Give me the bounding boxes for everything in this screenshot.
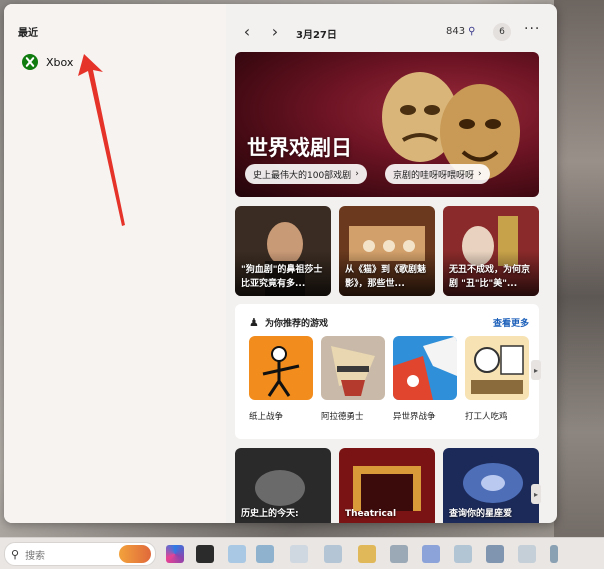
news-headline: 查询你的星座爱 bbox=[449, 509, 513, 519]
hero-chip-2[interactable]: 京剧的哇呀呀喂呀呀 › bbox=[385, 164, 490, 184]
desktop-wallpaper bbox=[554, 0, 604, 540]
chevron-right-icon[interactable]: ▸ bbox=[531, 360, 541, 380]
app-icon[interactable] bbox=[324, 545, 342, 563]
news-card[interactable]: 历史上的今天: bbox=[235, 448, 331, 523]
recent-title: 最近 bbox=[18, 28, 38, 39]
news-card[interactable]: 查询你的星座爱 bbox=[443, 448, 539, 523]
copilot-icon[interactable] bbox=[166, 545, 184, 563]
taskbar-search[interactable]: ⚲ 搜索 bbox=[4, 542, 156, 566]
widgets-panel: 最近 Xbox ‹ › 3月27日 843 ⚲ 6 ··· 世界戏剧日 史上最伟… bbox=[4, 4, 557, 523]
hero-title: 世界戏剧日 bbox=[247, 136, 352, 160]
search-highlight-image bbox=[119, 545, 151, 563]
game-item[interactable]: 异世界战争 bbox=[393, 336, 457, 422]
rewards-points[interactable]: 843 ⚲ bbox=[446, 26, 475, 37]
news-headline: "狗血剧"的鼻祖莎士比亚究竟有多... bbox=[241, 265, 323, 289]
game-item[interactable]: 纸上战争 bbox=[249, 336, 313, 422]
chevron-right-icon[interactable]: ▸ bbox=[531, 484, 541, 504]
games-title: 为你推荐的游戏 bbox=[265, 319, 329, 329]
taskbar: ⚲ 搜索 bbox=[0, 537, 604, 569]
widgets-topbar: ‹ › 3月27日 843 ⚲ 6 ··· bbox=[226, 18, 557, 44]
app-icon[interactable] bbox=[256, 545, 274, 563]
people-icon: ♟ bbox=[249, 316, 259, 329]
annotation-arrow bbox=[78, 54, 125, 226]
game-item[interactable]: 阿拉德勇士 bbox=[321, 336, 385, 422]
app-icon[interactable] bbox=[518, 545, 536, 563]
recent-pane: 最近 Xbox bbox=[4, 4, 226, 523]
news-headline: Theatrical bbox=[345, 509, 397, 519]
chevron-right-icon[interactable]: › bbox=[266, 22, 284, 41]
app-icon[interactable] bbox=[290, 545, 308, 563]
game-thumbnail bbox=[321, 336, 385, 400]
news-card[interactable]: Theatrical bbox=[339, 448, 435, 523]
app-icon[interactable] bbox=[550, 545, 558, 563]
app-icon[interactable] bbox=[390, 545, 408, 563]
app-icon[interactable] bbox=[422, 545, 440, 563]
news-card[interactable]: "狗血剧"的鼻祖莎士比亚究竟有多... bbox=[235, 206, 331, 296]
app-icon[interactable] bbox=[454, 545, 472, 563]
search-icon: ⚲ bbox=[11, 547, 20, 561]
more-icon[interactable]: ··· bbox=[524, 21, 540, 37]
chevron-left-icon[interactable]: ‹ bbox=[238, 22, 256, 41]
recent-item-xbox[interactable]: Xbox bbox=[22, 52, 73, 72]
game-thumbnail bbox=[393, 336, 457, 400]
chevron-right-icon: › bbox=[478, 169, 482, 179]
points-value: 843 bbox=[446, 26, 466, 37]
see-more-link[interactable]: 查看更多 bbox=[493, 316, 529, 329]
recommended-games: ♟ 为你推荐的游戏 查看更多 纸上战争 阿拉德勇士 异世界战争 打工人吃鸡 ▸ bbox=[235, 304, 541, 439]
recent-item-label: Xbox bbox=[46, 55, 74, 69]
game-item[interactable]: 打工人吃鸡 bbox=[465, 336, 529, 422]
taskview-icon[interactable] bbox=[196, 545, 214, 563]
app-icon[interactable] bbox=[486, 545, 504, 563]
news-headline: 无丑不成戏，为何京剧 "丑"比"美"... bbox=[449, 265, 531, 289]
hero-chip-1[interactable]: 史上最伟大的100部戏剧 › bbox=[245, 164, 367, 184]
xbox-icon bbox=[22, 54, 38, 70]
chevron-right-icon: › bbox=[355, 169, 359, 179]
news-card[interactable]: 从《猫》到《歌剧魅影》，那些世... bbox=[339, 206, 435, 296]
news-headline: 从《猫》到《歌剧魅影》，那些世... bbox=[345, 265, 427, 289]
app-icon[interactable] bbox=[358, 545, 376, 563]
news-headline: 历史上的今天: bbox=[241, 509, 299, 519]
search-placeholder: 搜索 bbox=[25, 550, 46, 562]
hero-card[interactable]: 世界戏剧日 史上最伟大的100部戏剧 › 京剧的哇呀呀喂呀呀 › bbox=[235, 52, 539, 197]
news-card[interactable]: 无丑不成戏，为何京剧 "丑"比"美"... bbox=[443, 206, 539, 296]
game-thumbnail bbox=[465, 336, 529, 400]
trophy-icon: ⚲ bbox=[468, 26, 476, 37]
date-label: 3月27日 bbox=[296, 30, 337, 41]
notification-badge[interactable]: 6 bbox=[493, 23, 511, 41]
game-thumbnail bbox=[249, 336, 313, 400]
app-icon[interactable] bbox=[228, 545, 246, 563]
